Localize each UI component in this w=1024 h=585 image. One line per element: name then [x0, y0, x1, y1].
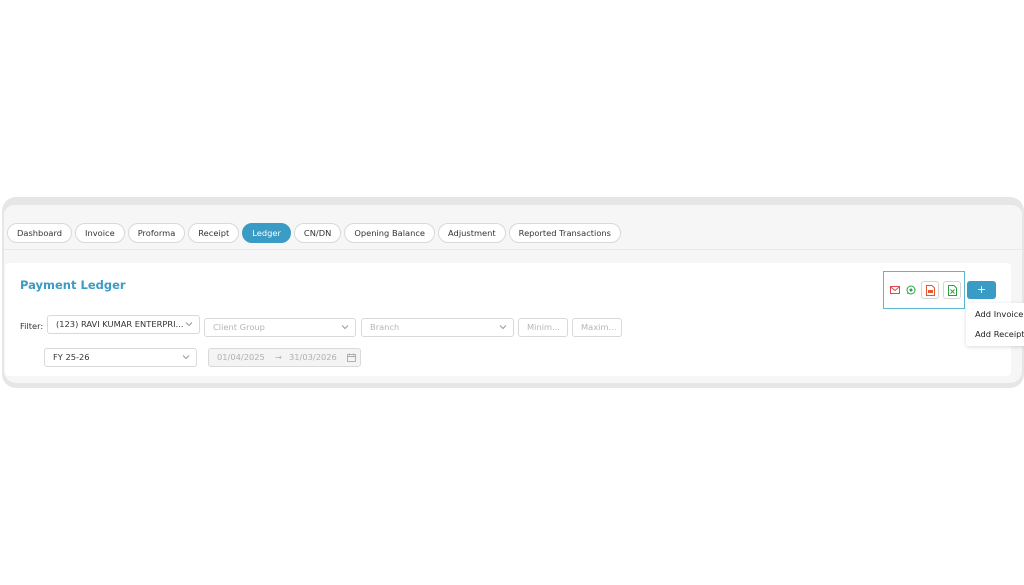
chevron-down-icon — [185, 322, 193, 327]
excel-export-icon — [947, 284, 957, 296]
add-dropdown-menu: Add Invoice Add Receipt — [966, 303, 1024, 346]
client-select-value: (123) RAVI KUMAR ENTERPRI... — [56, 319, 184, 329]
filter-label: Filter: — [20, 321, 44, 331]
date-range-arrow-icon: → — [275, 352, 282, 362]
branch-select[interactable]: Branch — [361, 318, 514, 337]
menu-item-add-invoice[interactable]: Add Invoice — [975, 309, 1023, 319]
tab-cn-dn[interactable]: CN/DN — [293, 223, 342, 243]
tab-bar: Dashboard Invoice Proforma Receipt Ledge… — [7, 223, 621, 243]
maximum-amount-input[interactable]: Maxim... — [572, 318, 622, 337]
excel-export-button[interactable] — [943, 281, 961, 299]
tab-invoice[interactable]: Invoice — [75, 223, 125, 243]
export-actions — [883, 271, 965, 309]
tab-ledger[interactable]: Ledger — [242, 223, 291, 243]
menu-item-add-receipt[interactable]: Add Receipt — [975, 329, 1024, 339]
tab-divider — [4, 249, 1022, 250]
pdf-export-icon — [925, 284, 935, 296]
tab-adjustment[interactable]: Adjustment — [438, 223, 506, 243]
pdf-export-button[interactable] — [921, 281, 939, 299]
client-group-select[interactable]: Client Group — [204, 318, 356, 337]
tab-proforma[interactable]: Proforma — [127, 223, 186, 243]
date-from: 01/04/2025 — [217, 352, 265, 362]
ledger-card: Payment Ledger + Filter: (123) RAVI KUMA… — [5, 263, 1011, 376]
add-button[interactable]: + — [967, 281, 996, 299]
tab-dashboard[interactable]: Dashboard — [7, 223, 73, 243]
chevron-down-icon — [182, 355, 190, 360]
calendar-icon — [347, 353, 356, 362]
whatsapp-icon[interactable] — [905, 284, 917, 296]
tab-opening-balance[interactable]: Opening Balance — [344, 223, 436, 243]
financial-year-select[interactable]: FY 25-26 — [44, 348, 197, 367]
minimum-amount-input[interactable]: Minim... — [518, 318, 568, 337]
date-range-picker[interactable]: 01/04/2025 → 31/03/2026 — [208, 348, 361, 367]
chevron-down-icon — [499, 325, 507, 330]
app-container: Dashboard Invoice Proforma Receipt Ledge… — [4, 205, 1022, 383]
tab-reported-transactions[interactable]: Reported Transactions — [508, 223, 621, 243]
chevron-down-icon — [341, 325, 349, 330]
branch-placeholder: Branch — [370, 322, 400, 332]
client-group-placeholder: Client Group — [213, 322, 265, 332]
date-to: 31/03/2026 — [289, 352, 337, 362]
mail-icon[interactable] — [889, 284, 901, 296]
financial-year-value: FY 25-26 — [53, 352, 90, 362]
tab-receipt[interactable]: Receipt — [188, 223, 240, 243]
client-select[interactable]: (123) RAVI KUMAR ENTERPRI... — [47, 315, 200, 334]
page-title: Payment Ledger — [20, 278, 126, 292]
